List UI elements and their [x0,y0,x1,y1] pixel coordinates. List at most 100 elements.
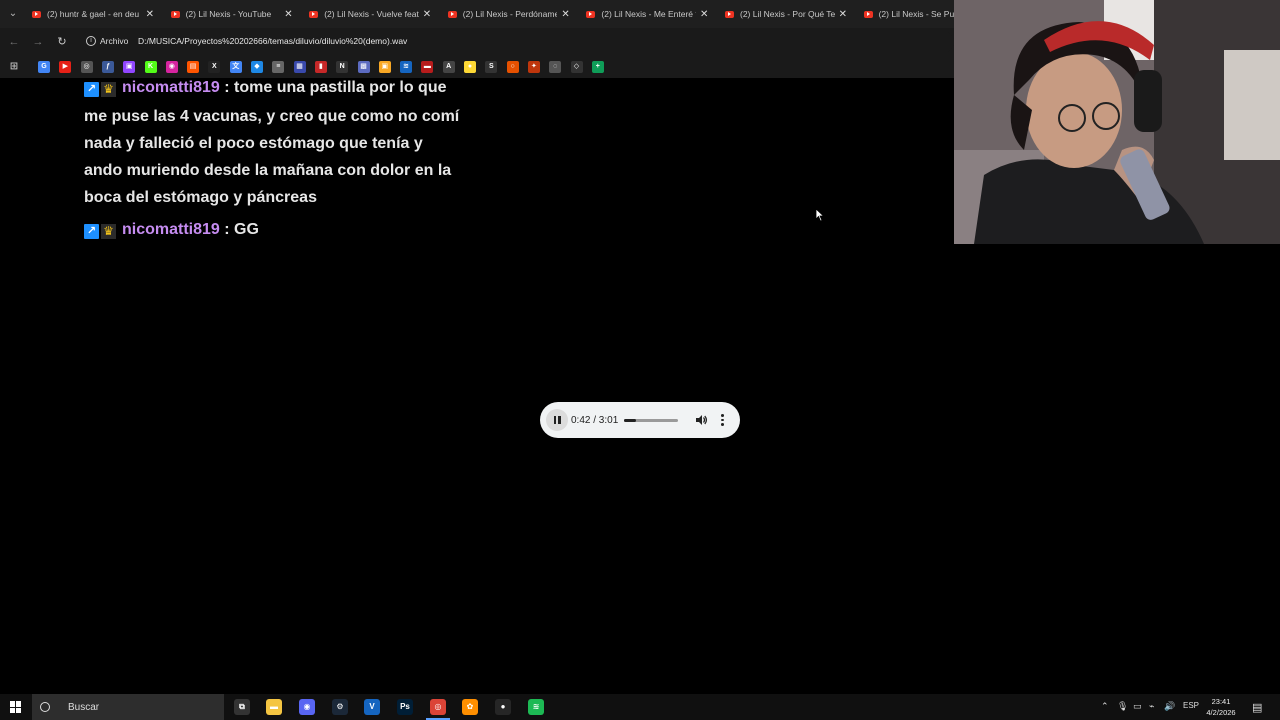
youtube-favicon-icon [170,10,180,18]
youtube-favicon-icon [586,10,596,18]
user-badges: ↗ ♛ [84,76,118,103]
taskbar-clock[interactable]: 23:41 4/2/2026 [1202,696,1240,718]
file-origin-chip[interactable]: i Archivo [86,32,128,50]
user-badges: ↗ ♛ [84,218,118,245]
info-icon: i [86,36,96,46]
close-tab-icon[interactable]: ✕ [146,9,154,20]
kick-icon[interactable]: K [144,61,157,73]
tab-search-chevron-icon[interactable]: ⌄ [4,5,22,23]
chrome-icon[interactable]: ◎ [426,699,450,720]
browser-tab[interactable]: (2) huntr & gael - en deu ✕ [26,2,160,26]
taskbar: Buscar ⧉ ▬ ◉ ⚙ V Ps ◎ ✿ ● ≋ ⌃ 🎙 ▭ ⌁ 🔊 ESP 23:41 4… [0,694,1280,720]
site-icon[interactable]: ○ [506,61,519,73]
tab-title: (2) Lil Nexis - Me Enteré ft [601,9,696,19]
site-icon[interactable]: ◌ [549,61,562,73]
youtube-favicon-icon [863,10,873,18]
site-icon[interactable]: ● [464,61,476,73]
steam-icon[interactable]: ⚙ [332,699,348,715]
file-explorer-icon[interactable]: ▬ [266,699,282,715]
volume-icon[interactable] [694,413,708,427]
youtube-favicon-icon [725,10,734,18]
network-icon[interactable]: ⌁ [1149,701,1154,712]
notifications-icon[interactable]: ▤ [1252,701,1262,714]
stack-icon[interactable]: ≡ [272,61,285,73]
close-tab-icon[interactable]: ✕ [561,9,569,20]
chat-username: nicomatti819 [122,79,220,96]
site-icon[interactable]: ▤ [187,61,200,73]
browser-tab[interactable]: (2) Lil Nexis - Me Enteré ft ✕ [580,2,714,26]
tray-app-icon[interactable]: ▭ [1133,701,1142,712]
google-icon[interactable]: G [38,61,50,73]
spotify-icon[interactable]: ≋ [528,699,544,715]
site-icon[interactable]: ▬ [421,61,434,73]
chat-message: ↗ ♛ nicomatti819 : GG [84,216,464,245]
instagram-icon[interactable]: ◉ [165,61,178,73]
pause-icon [553,416,556,424]
browser-tab[interactable]: (2) Lil Nexis - Por Qué Te ✕ [719,2,853,26]
windows-start-icon[interactable] [10,701,22,713]
site-icon[interactable]: ≋ [400,61,413,73]
x-icon[interactable]: X [208,61,221,73]
browser-tab[interactable]: (2) Lil Nexis - Perdóname ✕ [442,2,576,26]
crown-badge-icon: ♛ [101,82,116,98]
close-tab-icon[interactable]: ✕ [284,9,292,20]
screen: ⌄ (2) huntr & gael - en deu ✕ (2) Lil Nexi… [0,0,1280,720]
chat-message: ↗ ♛ nicomatti819 : tome una pastilla por l… [84,74,464,211]
close-tab-icon[interactable]: ✕ [423,9,431,20]
taskbar-search[interactable]: Buscar [32,694,224,720]
pause-button[interactable] [546,409,568,431]
translate-icon[interactable]: 文 [229,61,242,73]
seek-progress [624,418,637,422]
site-icon[interactable]: ◇ [570,61,583,73]
obs-icon[interactable]: ● [495,699,511,715]
tray-overflow-chevron-icon[interactable]: ⌃ [1101,701,1109,712]
site-icon[interactable]: ◎ [80,61,93,73]
chat-username: nicomatti819 [122,221,220,238]
webcam-overlay [954,0,1280,244]
speaker-icon[interactable]: 🔊 [1164,701,1175,712]
close-tab-icon[interactable]: ✕ [839,9,847,20]
mouse-cursor-icon [815,208,825,222]
site-icon[interactable]: ▦ [293,61,306,73]
tab-title: (2) Lil Nexis - Vuelve feat. [324,9,419,19]
url-text[interactable]: D:/MUSICA/Proyectos%20202666/temas/diluv… [138,36,407,46]
file-origin-label: Archivo [100,36,129,46]
arrow-badge-icon: ↗ [84,224,99,240]
browser-tab[interactable]: (2) Lil Nexis - Vuelve feat. ✕ [303,2,437,26]
site-icon[interactable]: ▮ [314,61,327,73]
tab-title: (2) Lil Nexis - Perdóname [462,9,558,19]
more-options-icon[interactable] [716,413,728,427]
back-arrow-icon[interactable]: ← [6,34,22,50]
twitch-icon[interactable]: ▣ [123,61,136,73]
site-icon[interactable]: ▩ [357,61,370,73]
sheets-icon[interactable]: + [591,61,604,73]
site-icon[interactable]: ✦ [527,61,540,73]
tab-title: (2) Lil Nexis - Por Qué Te [740,9,835,19]
audio-player: 0:42 / 3:01 [540,402,740,438]
site-icon[interactable]: S [485,61,498,73]
site-icon[interactable]: ƒ [101,61,114,73]
search-icon [40,702,50,712]
site-icon[interactable]: A [442,61,455,73]
vegas-icon[interactable]: V [364,699,380,715]
apps-grid-icon[interactable]: ⊞ [8,61,20,73]
youtube-icon[interactable]: ▶ [59,61,72,73]
arrow-badge-icon: ↗ [84,82,99,98]
discord-icon[interactable]: ◉ [299,699,315,715]
fl-studio-icon[interactable]: ✿ [462,699,478,715]
seek-slider[interactable] [624,418,678,422]
drive-icon[interactable]: ◆ [251,61,263,73]
language-indicator[interactable]: ESP [1183,701,1199,710]
search-placeholder: Buscar [68,701,100,713]
reload-icon[interactable]: ↻ [54,34,70,50]
microphone-icon[interactable]: 🎙 [1117,701,1128,712]
forward-arrow-icon[interactable]: → [30,34,46,50]
task-view-icon[interactable]: ⧉ [234,699,250,715]
youtube-favicon-icon [447,10,457,18]
browser-tab[interactable]: (2) Lil Nexis - YouTube ✕ [165,2,299,26]
photoshop-icon[interactable]: Ps [397,699,413,715]
notion-icon[interactable]: N [336,61,349,73]
tab-title: (2) huntr & gael - en deu [47,9,140,19]
close-tab-icon[interactable]: ✕ [700,9,708,20]
site-icon[interactable]: ▣ [378,61,391,73]
